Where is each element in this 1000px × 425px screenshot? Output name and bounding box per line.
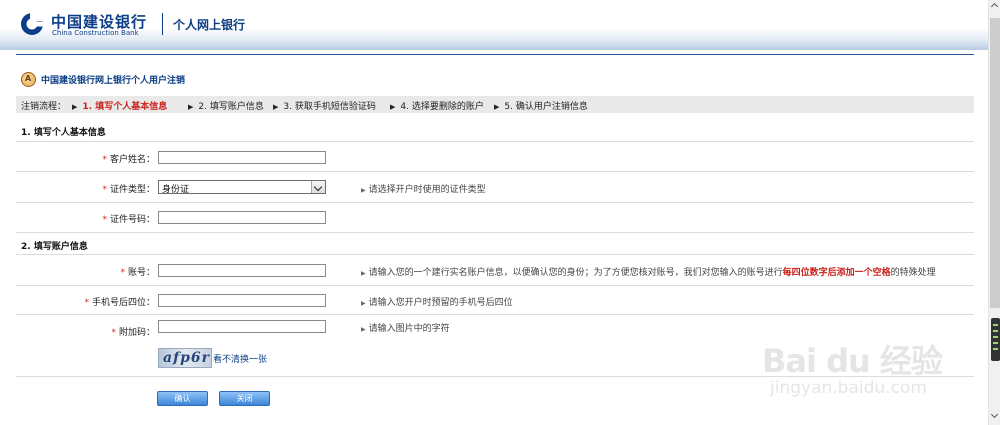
scroll-down-arrow-icon[interactable]	[989, 410, 1000, 422]
id-type-select[interactable]: 身份证	[158, 180, 326, 195]
triangle-right-icon: ▶	[361, 270, 366, 277]
row-divider	[16, 202, 974, 203]
process-step-5: ▶ 5. 确认用户注销信息	[494, 102, 588, 112]
triangle-right-icon: ▶	[361, 187, 366, 194]
confirm-button[interactable]: 确认	[157, 391, 208, 406]
account-label: * 账号：	[120, 268, 155, 278]
section-title-account-info: 2. 填写账户信息	[21, 242, 88, 252]
customer-name-label: * 客户姓名：	[102, 155, 155, 165]
triangle-right-icon: ▶	[72, 103, 78, 111]
row-divider	[16, 141, 974, 142]
phone-last4-label: * 手机号后四位：	[84, 298, 155, 308]
row-divider	[16, 232, 974, 233]
phone-last4-hint: ▶ 请输入您开户时预留的手机号后四位	[361, 298, 513, 308]
process-step-3: ▶ 3. 获取手机短信验证码	[273, 102, 376, 112]
side-toolbar-tab[interactable]	[991, 318, 1000, 361]
captcha-image[interactable]: afp6r	[158, 348, 212, 368]
triangle-right-icon: ▶	[188, 103, 194, 111]
page-title: 中国建设银行网上银行个人用户注销	[41, 76, 186, 86]
process-steps-bar: 注销流程： ▶ 1. 填写个人基本信息 ▶ 2. 填写账户信息 ▶ 3. 获取手机短信…	[16, 96, 974, 113]
product-name: 个人网上银行	[173, 18, 246, 32]
process-step-4: ▶ 4. 选择要删除的账户	[390, 102, 484, 112]
user-badge-icon: A	[21, 72, 36, 87]
site-header: 中国建设银行 China Construction Bank 个人网上银行	[0, 0, 988, 50]
triangle-right-icon: ▶	[390, 103, 396, 111]
customer-name-input[interactable]	[158, 151, 326, 164]
account-input[interactable]	[158, 264, 326, 277]
account-hint: ▶ 请输入您的一个建行实名账户信息，以便确认您的身份；为了方便您核对账号，我们对您…	[361, 268, 936, 278]
row-divider	[16, 254, 974, 255]
id-type-selected-value: 身份证	[162, 185, 190, 195]
triangle-right-icon: ▶	[494, 103, 500, 111]
id-number-label: * 证件号码：	[102, 215, 155, 225]
close-button[interactable]: 关闭	[219, 391, 270, 406]
header-divider	[16, 54, 974, 55]
id-type-hint: ▶ 请选择开户时使用的证件类型	[361, 185, 486, 195]
logo-divider	[162, 13, 163, 35]
bank-name-en: China Construction Bank	[52, 29, 139, 37]
triangle-right-icon: ▶	[361, 326, 366, 333]
process-label: 注销流程：	[21, 102, 67, 112]
ccb-logo-icon	[21, 12, 44, 35]
verification-code-label: * 附加码：	[111, 328, 155, 338]
row-divider	[16, 314, 974, 315]
baidu-jingyan-watermark: Bai du 经验 jingyan.baidu.com	[762, 342, 943, 398]
triangle-right-icon: ▶	[361, 300, 366, 307]
verification-code-hint: ▶ 请输入图片中的字符	[361, 324, 450, 334]
triangle-right-icon: ▶	[273, 103, 279, 111]
refresh-captcha-link[interactable]: 看不清换一张	[213, 352, 267, 365]
scrollbar-thumb[interactable]	[990, 18, 1000, 308]
process-step-2: ▶ 2. 填写账户信息	[188, 102, 264, 112]
phone-last4-input[interactable]	[158, 294, 326, 307]
id-type-label: * 证件类型：	[102, 185, 155, 195]
row-divider	[16, 285, 974, 286]
scroll-up-arrow-icon[interactable]	[989, 0, 1000, 12]
verification-code-input[interactable]	[158, 320, 326, 333]
row-divider	[16, 171, 974, 172]
chevron-down-icon[interactable]	[311, 181, 325, 193]
vertical-scrollbar[interactable]	[988, 0, 1000, 425]
process-step-1: ▶ 1. 填写个人基本信息	[72, 102, 168, 112]
section-title-basic-info: 1. 填写个人基本信息	[21, 128, 106, 138]
id-number-input[interactable]	[158, 211, 326, 224]
